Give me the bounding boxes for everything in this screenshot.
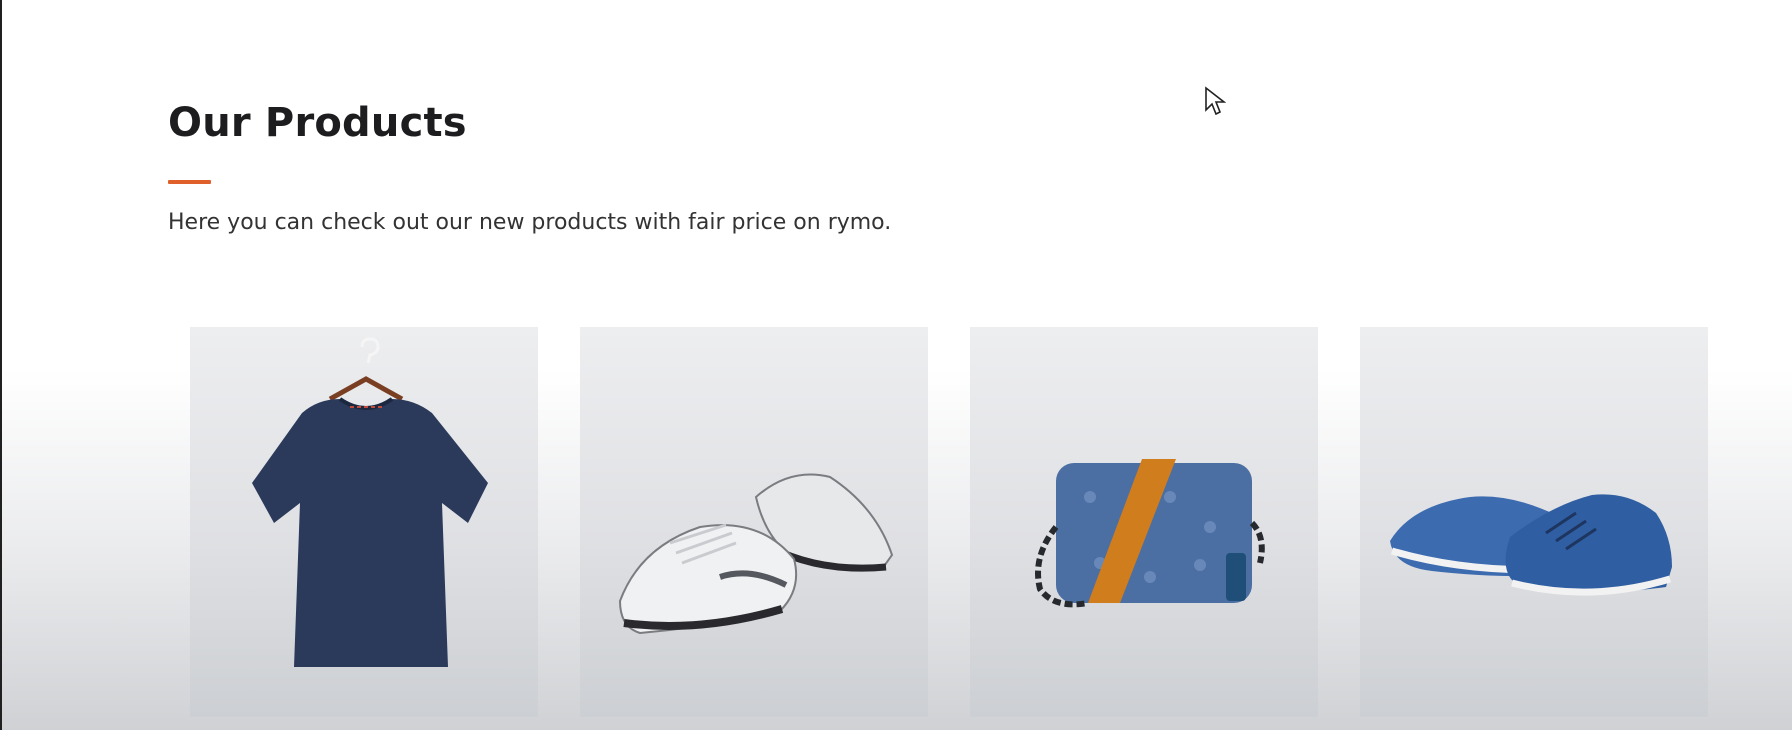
mouse-cursor-icon	[1205, 86, 1226, 116]
section-title: Our Products	[168, 100, 467, 146]
tshirt-image	[252, 337, 488, 667]
product-card-white-sneakers[interactable]	[580, 327, 928, 717]
product-card-tshirt[interactable]	[190, 327, 538, 717]
product-grid	[190, 327, 1708, 717]
blue-sneakers-image	[1390, 494, 1672, 596]
section-subtitle: Here you can check out our new products …	[168, 210, 892, 235]
window-edge	[0, 0, 2, 730]
product-card-blue-sneakers[interactable]	[1360, 327, 1708, 717]
crossbody-bag-image	[1035, 459, 1265, 608]
title-accent-bar	[168, 180, 211, 184]
products-header: Our Products Here you can check out our …	[168, 100, 891, 235]
product-card-crossbody-bag[interactable]	[970, 327, 1318, 717]
white-sneakers-image	[618, 473, 894, 635]
